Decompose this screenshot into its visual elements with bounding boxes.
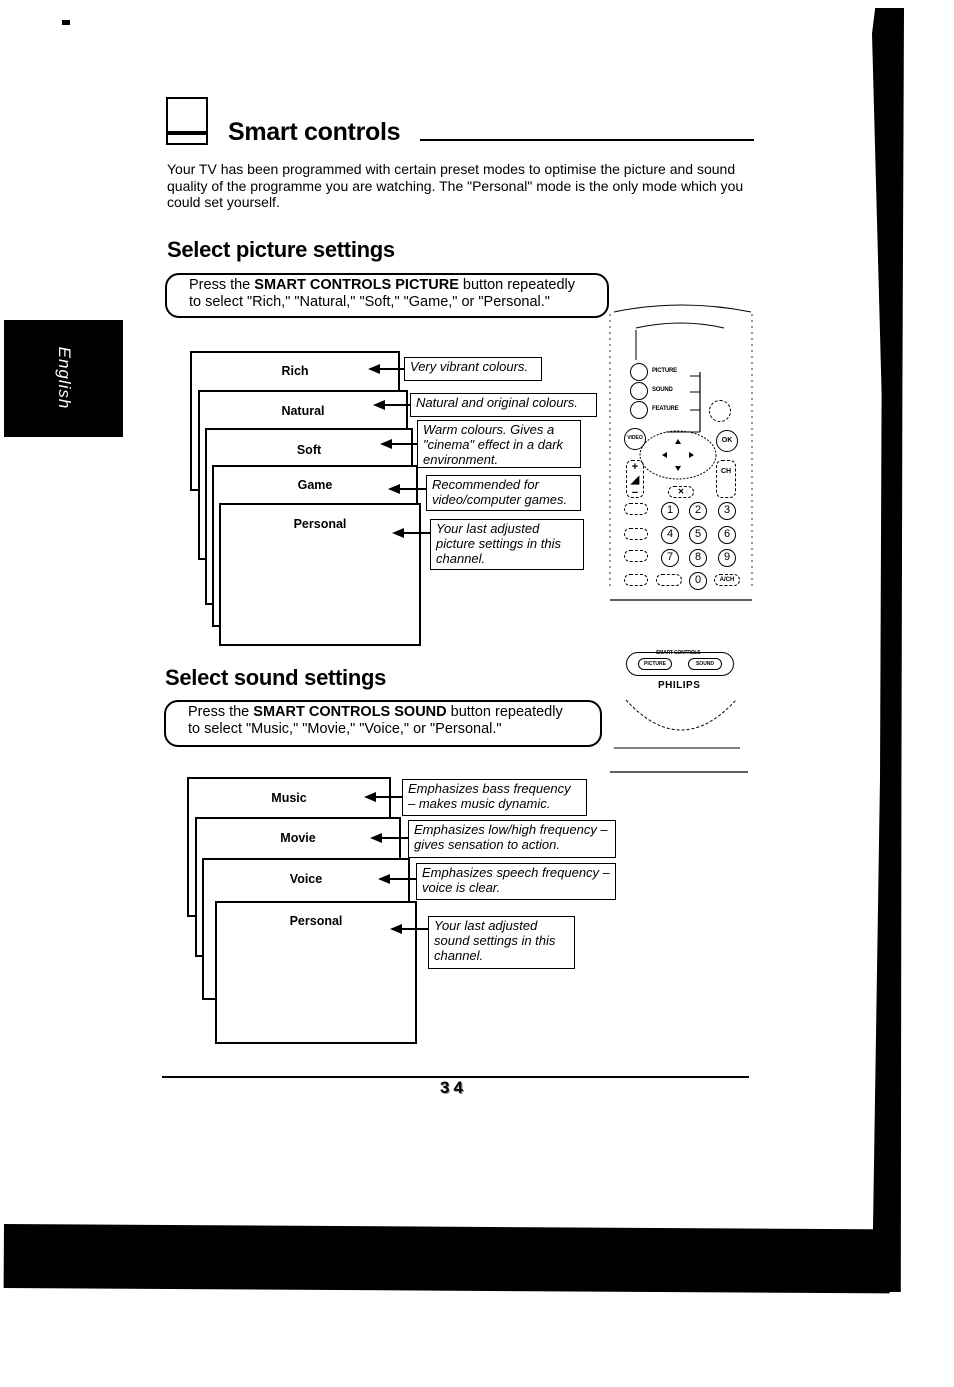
language-tab: English — [4, 320, 123, 437]
teletext-button[interactable] — [624, 503, 648, 515]
arrow-icon — [368, 364, 405, 374]
arrow-icon — [364, 792, 402, 802]
brand-logo: PHILIPS — [658, 680, 701, 691]
feature-side-button[interactable] — [630, 401, 648, 419]
mode-description: Emphasizes low/high frequency – gives se… — [408, 820, 616, 858]
mode-description: Recommended for video/computer games. — [426, 475, 581, 511]
page-title: Smart controls — [228, 118, 401, 146]
sound-heading: Select sound settings — [165, 665, 387, 690]
instruction-text: button repeatedly — [458, 277, 575, 293]
number-button-6[interactable]: 6 — [718, 526, 736, 544]
sound-side-button[interactable] — [630, 382, 648, 400]
channel-rocker[interactable]: CH — [716, 460, 736, 498]
standby-button[interactable] — [709, 400, 731, 422]
mode-card-personal: Personal — [215, 901, 417, 1044]
swap-button[interactable] — [656, 574, 682, 586]
tv-icon — [166, 97, 208, 145]
arrow-icon — [380, 439, 418, 449]
picture-side-label: PICTURE — [652, 368, 677, 374]
mode-description: Warm colours. Gives a "cinema" effect in… — [417, 420, 581, 468]
ok-button[interactable]: OK — [716, 430, 738, 452]
mute-button[interactable]: ✕ — [668, 486, 694, 498]
instruction-text: button repeatedly — [446, 704, 563, 720]
arrow-icon — [390, 924, 428, 934]
mode-description: Emphasizes speech frequency – voice is c… — [416, 863, 616, 900]
number-button-2[interactable]: 2 — [689, 502, 707, 520]
number-button-5[interactable]: 5 — [689, 526, 707, 544]
instruction-text: Press the — [188, 704, 254, 720]
number-button-8[interactable]: 8 — [689, 549, 707, 567]
arrow-icon — [388, 484, 426, 494]
sound-side-label: SOUND — [652, 387, 673, 393]
picture-instruction-box: Press the SMART CONTROLS PICTURE button … — [165, 273, 609, 318]
sound-instruction-box: Press the SMART CONTROLS SOUND button re… — [164, 700, 602, 747]
mode-card-personal: Personal — [219, 503, 421, 646]
smart-sound-button[interactable]: SOUND — [688, 658, 722, 670]
number-button-1[interactable]: 1 — [661, 502, 679, 520]
arrow-icon — [373, 400, 411, 410]
split-button[interactable] — [624, 528, 648, 540]
page-number: 34 — [440, 1078, 467, 1097]
mode-label: Movie — [280, 831, 316, 845]
smart-controls-sound-label: SMART CONTROLS SOUND — [253, 704, 447, 720]
mode-description: Natural and original colours. — [410, 393, 597, 417]
smart-picture-button[interactable]: PICTURE — [638, 658, 672, 670]
video-button[interactable]: VIDEO — [624, 428, 646, 450]
mode-label: Music — [271, 791, 307, 805]
menu-button[interactable] — [624, 574, 648, 586]
mode-description: Emphasizes bass frequency – makes music … — [402, 779, 587, 816]
arrow-icon — [392, 528, 430, 538]
title-rule — [420, 139, 754, 141]
mode-label: Game — [297, 478, 333, 492]
picture-side-button[interactable] — [630, 363, 648, 381]
scan-edge-right — [872, 8, 904, 1292]
number-button-4[interactable]: 4 — [661, 526, 679, 544]
picture-heading: Select picture settings — [167, 237, 395, 262]
alternate-channel-button[interactable]: A/CH — [714, 574, 740, 586]
intro-paragraph: Your TV has been programmed with certain… — [167, 161, 744, 210]
mode-label: Personal — [293, 517, 347, 531]
remote-control-illustration: PICTURE SOUND FEATURE VIDEO OK + ◢ − CH ✕ … — [606, 300, 756, 780]
mode-description: Your last adjusted picture settings in t… — [430, 519, 584, 570]
clock-button[interactable] — [624, 550, 648, 562]
language-tab-label: English — [55, 346, 74, 410]
scan-band-bottom — [3, 1224, 890, 1294]
feature-side-label: FEATURE — [652, 406, 679, 412]
mode-description: Very vibrant colours. — [404, 357, 542, 381]
scan-mark — [62, 20, 70, 25]
instruction-text: Press the — [189, 277, 255, 293]
volume-rocker[interactable]: + ◢ − — [626, 460, 644, 499]
mode-label: Personal — [289, 914, 343, 928]
ch-label: CH — [720, 468, 732, 475]
arrow-icon — [370, 833, 408, 843]
mode-description: Your last adjusted sound settings in thi… — [428, 916, 575, 969]
arrow-icon — [378, 874, 416, 884]
instruction-text: to select "Rich," "Natural," "Soft," "Ga… — [189, 294, 550, 310]
number-button-9[interactable]: 9 — [718, 549, 736, 567]
instruction-text: to select "Music," "Movie," "Voice," or … — [188, 721, 502, 737]
number-button-7[interactable]: 7 — [661, 549, 679, 567]
smart-controls-picture-label: SMART CONTROLS PICTURE — [254, 277, 459, 293]
number-button-3[interactable]: 3 — [718, 502, 736, 520]
number-button-0[interactable]: 0 — [689, 572, 707, 590]
